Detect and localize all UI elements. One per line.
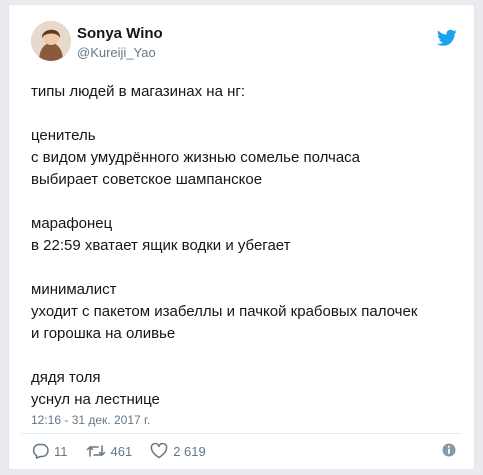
like-count: 2 619 (173, 443, 206, 459)
display-name[interactable]: Sonya Wino (77, 25, 163, 42)
twitter-bird-icon[interactable] (437, 29, 457, 47)
user-handle[interactable]: @Kureiji_Yao (77, 45, 156, 60)
tweet-text: типы людей в магазинах на нг: ценитель с… (31, 83, 418, 408)
heart-icon (150, 443, 168, 459)
action-bar: 11 461 2 619 (31, 439, 224, 463)
reply-icon (32, 443, 49, 459)
reply-button[interactable]: 11 (31, 443, 68, 459)
like-button[interactable]: 2 619 (150, 443, 206, 459)
retweet-button[interactable]: 461 (86, 443, 133, 459)
tweet-timestamp[interactable]: 12:16 - 31 дек. 2017 г. (31, 413, 150, 427)
info-icon[interactable] (441, 442, 457, 458)
retweet-icon (86, 445, 105, 457)
tweet-card: Sonya Wino @Kureiji_Yao типы людей в маг… (8, 4, 475, 470)
divider (21, 433, 462, 434)
avatar[interactable] (31, 21, 71, 61)
reply-count: 11 (54, 443, 68, 459)
avatar-photo (31, 21, 71, 61)
retweet-count: 461 (110, 443, 133, 459)
